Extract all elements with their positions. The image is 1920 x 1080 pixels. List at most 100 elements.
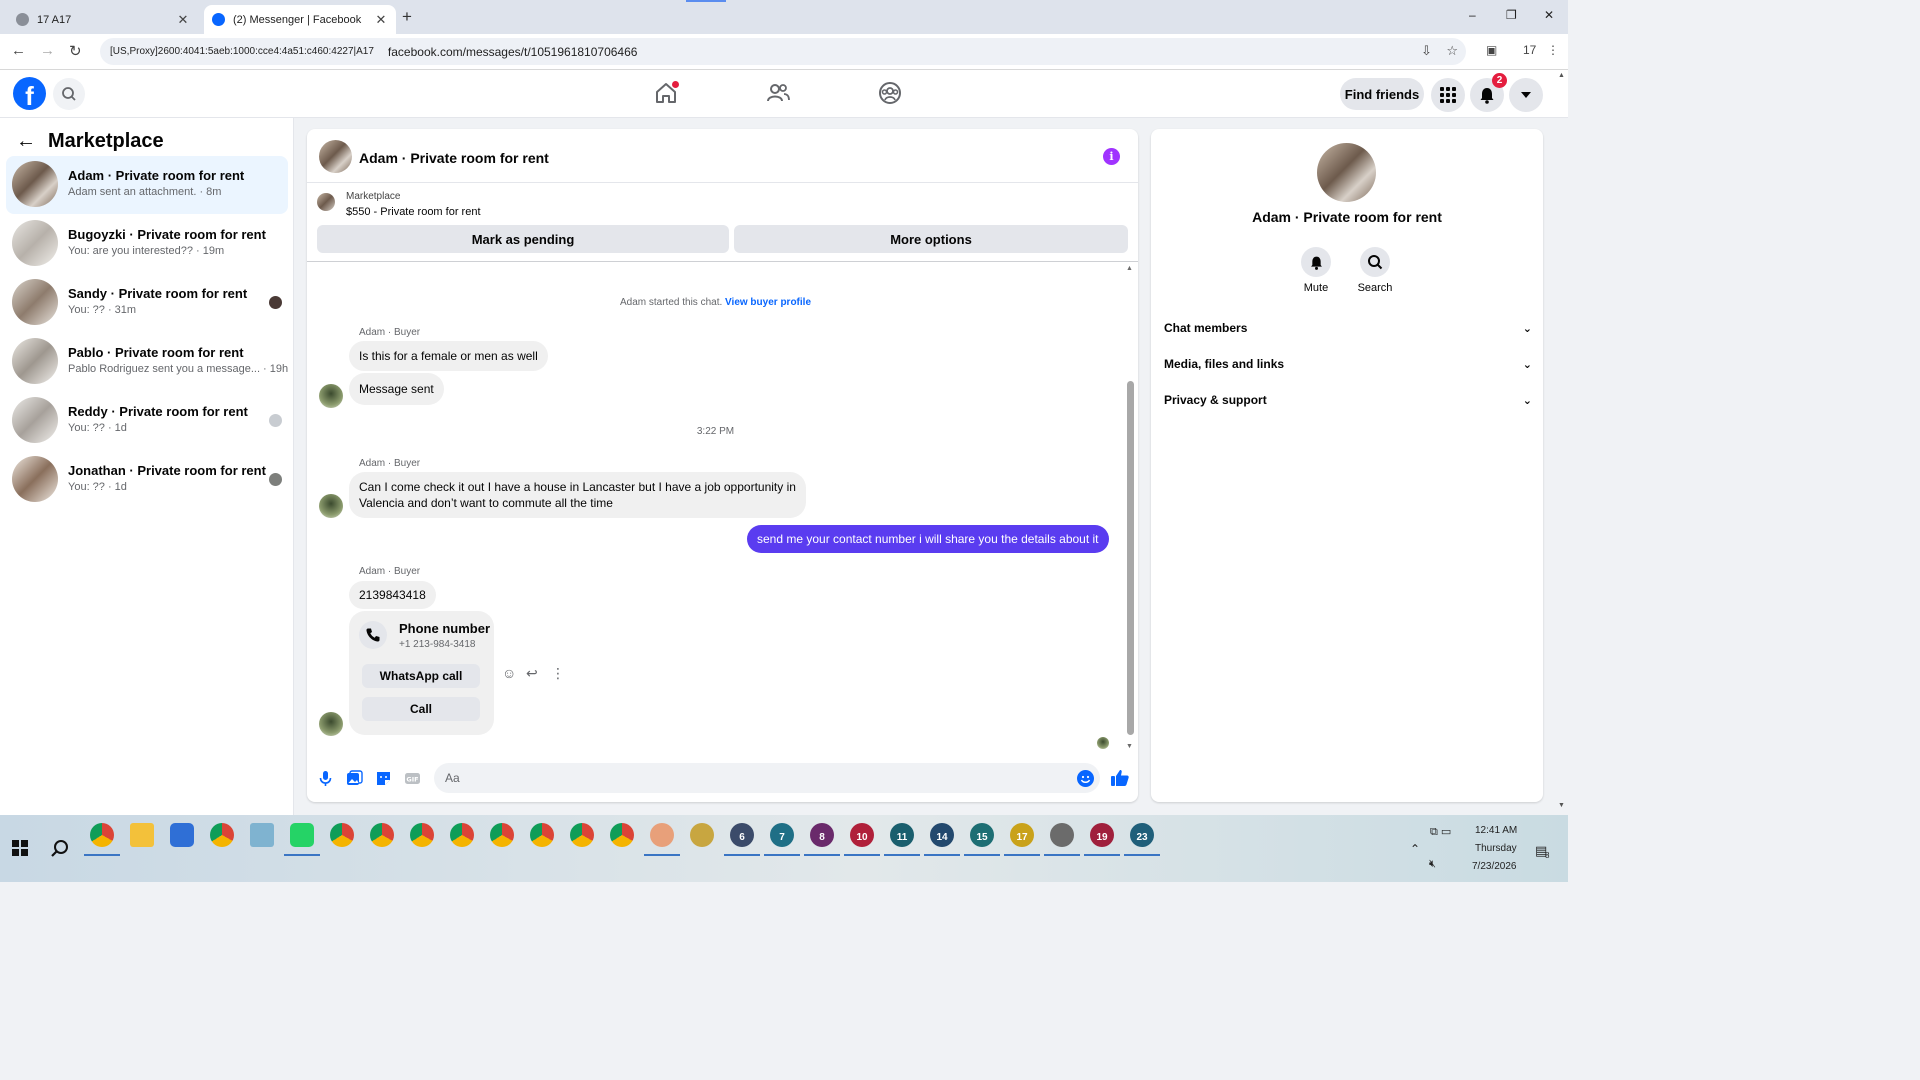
reload-icon[interactable]: ↻ (69, 42, 82, 60)
address-bar[interactable]: [US,Proxy]2600:4041:5aeb:1000:cce4:4a51:… (100, 38, 1466, 65)
app-icon[interactable] (644, 823, 680, 856)
message-bubble[interactable]: Can I come check it out I have a house i… (349, 472, 806, 518)
speaker-muted-icon[interactable]: 🔇︎ (1429, 858, 1436, 871)
message-bubble[interactable]: Message sent (349, 373, 444, 405)
avatar[interactable] (319, 140, 352, 173)
clock-date[interactable]: 7/23/2026 (1472, 861, 1517, 872)
whatsapp-call-button[interactable]: WhatsApp call (362, 664, 480, 688)
sticker-icon[interactable] (375, 770, 392, 787)
gif-icon[interactable]: GIF (404, 770, 421, 787)
chrome-profile-icon[interactable] (84, 823, 120, 856)
scroll-down-arrow-icon[interactable]: ▼ (1126, 743, 1133, 750)
search-in-conversation-button[interactable]: Search (1345, 247, 1405, 294)
chrome-profile-icon[interactable] (610, 823, 634, 847)
profile-badge-icon[interactable]: 11 (884, 823, 920, 856)
outgoing-message-bubble[interactable]: send me your contact number i will share… (747, 525, 1109, 553)
minimize-button[interactable]: – (1469, 8, 1476, 22)
whatsapp-icon[interactable] (284, 823, 320, 856)
media-files-links-section[interactable]: Media, files and links ⌄ (1164, 349, 1532, 379)
scroll-down-arrow-icon[interactable]: ▼ (1558, 802, 1565, 809)
profile-badge-icon[interactable]: 7 (764, 823, 800, 856)
facebook-logo[interactable]: f (13, 77, 46, 110)
thumbs-up-icon[interactable] (1110, 768, 1130, 788)
search-button[interactable] (53, 78, 85, 110)
friends-icon[interactable] (765, 80, 791, 106)
chevron-up-icon[interactable]: ⌃ (1410, 842, 1420, 856)
emoji-icon[interactable] (1077, 770, 1094, 787)
profile-badge-icon[interactable]: 8 (804, 823, 840, 856)
clock-day[interactable]: Thursday (1475, 843, 1517, 854)
conversation-item-sandy[interactable]: Sandy · Private room for rent You: ?? · … (6, 274, 288, 332)
message-bubble[interactable]: 2139843418 (349, 581, 436, 609)
menu-grid-button[interactable] (1431, 78, 1465, 112)
view-buyer-profile-link[interactable]: View buyer profile (725, 297, 811, 308)
photo-gallery-icon[interactable] (346, 770, 363, 787)
message-bubble[interactable]: Is this for a female or men as well (349, 341, 548, 371)
conversation-item-pablo[interactable]: Pablo · Private room for rent Pablo Rodr… (6, 333, 288, 391)
profile-badge-icon[interactable]: 17 (1004, 823, 1040, 856)
microphone-icon[interactable] (317, 770, 334, 787)
restore-button[interactable]: ❐ (1506, 8, 1517, 22)
find-friends-button[interactable]: Find friends (1340, 78, 1424, 110)
back-arrow-icon[interactable]: ← (11, 42, 26, 59)
chrome-profile-icon[interactable] (210, 823, 234, 847)
tab-close-icon[interactable]: ✕ (374, 12, 388, 28)
chrome-profile-icon[interactable] (410, 823, 434, 847)
chrome-profile-icon[interactable] (450, 823, 474, 847)
mark-as-pending-button[interactable]: Mark as pending (317, 225, 729, 253)
conversation-item-adam[interactable]: Adam · Private room for rent Adam sent a… (6, 156, 288, 214)
conversation-item-reddy[interactable]: Reddy · Private room for rent You: ?? · … (6, 392, 288, 450)
chrome-profile-icon[interactable] (370, 823, 394, 847)
groups-icon[interactable] (877, 80, 903, 106)
chrome-profile-icon[interactable] (570, 823, 594, 847)
new-tab-button[interactable]: + (402, 7, 412, 27)
bookmark-star-icon[interactable]: ☆ (1446, 43, 1458, 58)
scroll-up-arrow-icon[interactable]: ▲ (1126, 265, 1133, 272)
gear-icon[interactable] (1044, 823, 1080, 856)
conversation-item-jonathan[interactable]: Jonathan · Private room for rent You: ??… (6, 451, 288, 509)
clock-time[interactable]: 12:41 AM (1475, 825, 1517, 836)
profile-badge-icon[interactable]: 15 (964, 823, 1000, 856)
mute-button[interactable]: Mute (1286, 247, 1346, 294)
profile-badge-icon[interactable]: 19 (1084, 823, 1120, 856)
scroll-up-arrow-icon[interactable]: ▲ (1558, 72, 1565, 79)
tab-close-icon[interactable]: ✕ (176, 12, 190, 28)
file-explorer-icon[interactable] (130, 823, 154, 847)
browser-tab-messenger[interactable]: (2) Messenger | Facebook ✕ (204, 5, 396, 34)
chrome-profile-icon[interactable] (530, 823, 554, 847)
privacy-support-section[interactable]: Privacy & support ⌄ (1164, 385, 1532, 415)
chrome-profile-icon[interactable] (490, 823, 514, 847)
chrome-profile-icon[interactable] (330, 823, 354, 847)
info-icon[interactable]: i (1103, 148, 1120, 165)
chat-scrollbar[interactable]: ▲ ▼ (1125, 265, 1137, 753)
react-emoji-icon[interactable]: ☺ (502, 665, 516, 681)
browser-menu-icon[interactable]: ⋮ (1547, 43, 1559, 57)
extension-badge[interactable]: 17 (1523, 43, 1536, 57)
search-icon[interactable] (50, 839, 70, 859)
url-text[interactable]: facebook.com/messages/t/1051961810706466 (388, 45, 638, 59)
app-icon[interactable] (170, 823, 194, 847)
reply-icon[interactable]: ↩ (526, 665, 538, 682)
back-arrow-icon[interactable]: ← (16, 130, 36, 153)
tab-search-icon[interactable]: ▣ (1486, 43, 1497, 57)
more-options-button[interactable]: More options (734, 225, 1128, 253)
more-actions-icon[interactable]: ⋮ (551, 665, 565, 682)
install-app-icon[interactable]: ⇩ (1421, 43, 1432, 58)
tray-device-icons[interactable]: ⧉ ▭ (1430, 825, 1451, 839)
profile-badge-icon[interactable]: 14 (924, 823, 960, 856)
avatar[interactable] (1317, 143, 1376, 202)
browser-tab-a17[interactable]: 17 A17 ✕ (8, 5, 198, 34)
site-info-proxy-label[interactable]: [US,Proxy]2600:4041:5aeb:1000:cce4:4a51:… (110, 46, 374, 57)
call-button[interactable]: Call (362, 697, 480, 721)
scrollbar-thumb[interactable] (1127, 381, 1134, 735)
page-scrollbar[interactable]: ▲ ▼ (1556, 70, 1568, 815)
chat-title[interactable]: Adam · Private room for rent (359, 150, 549, 166)
message-input[interactable] (434, 763, 1100, 793)
app-icon[interactable] (250, 823, 274, 847)
app-icon[interactable] (690, 823, 714, 847)
account-menu-button[interactable] (1509, 78, 1543, 112)
close-window-button[interactable]: ✕ (1544, 8, 1554, 22)
conversation-item-bugoyzki[interactable]: Bugoyzki · Private room for rent You: ar… (6, 215, 288, 273)
forward-arrow-icon[interactable]: → (40, 42, 55, 59)
windows-start-icon[interactable] (12, 840, 28, 856)
